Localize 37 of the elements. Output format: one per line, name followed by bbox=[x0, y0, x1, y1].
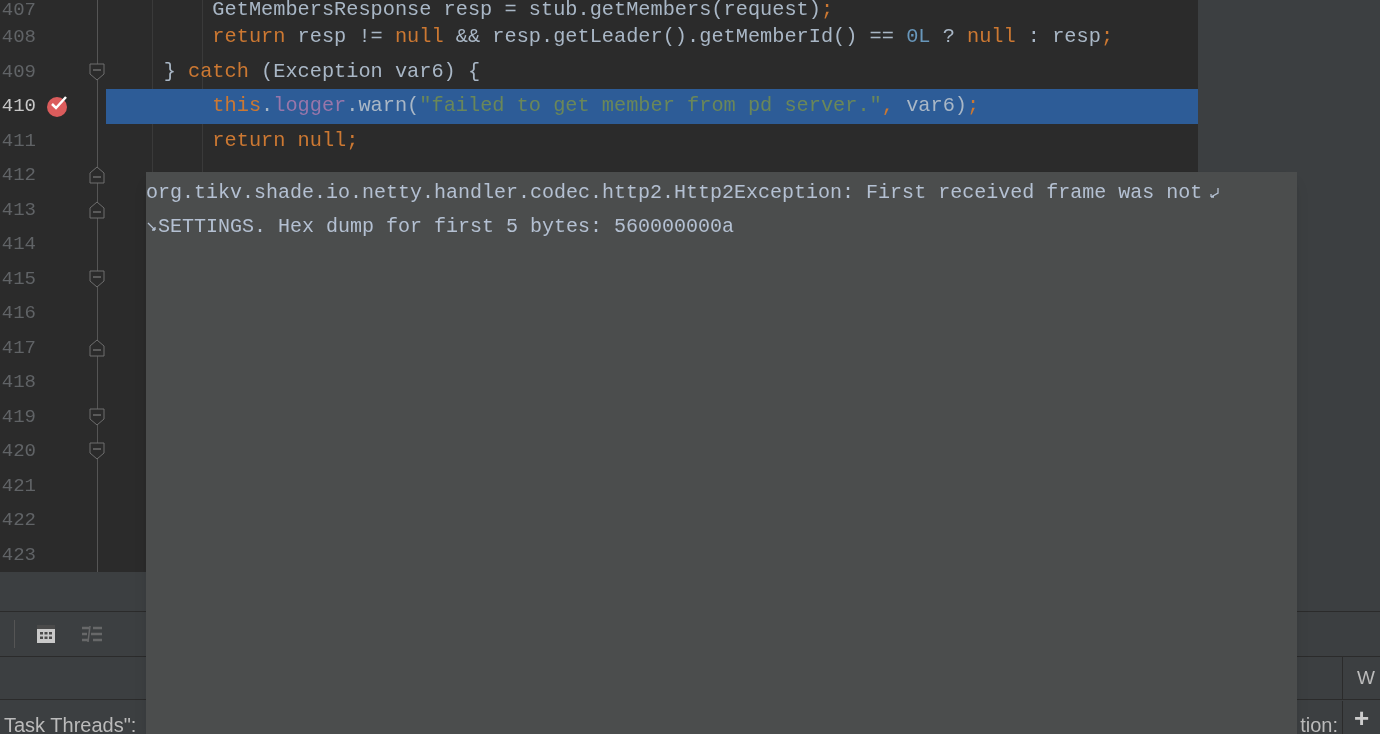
fold-icon[interactable] bbox=[89, 62, 105, 81]
line-number: 417 bbox=[0, 337, 36, 358]
fold-icon[interactable] bbox=[89, 200, 105, 219]
fold-icon[interactable] bbox=[89, 407, 105, 426]
code-line: return resp != null && resp.getLeader().getMemberId() == 0L ? null : resp; bbox=[211, 27, 1114, 48]
fold-icon[interactable] bbox=[89, 269, 105, 288]
line-number: 413 bbox=[0, 199, 36, 220]
line-number: 412 bbox=[0, 165, 36, 186]
line-number: 421 bbox=[0, 475, 36, 496]
code-line: } catch (Exception var6) { bbox=[162, 61, 481, 82]
line-number: 411 bbox=[0, 130, 36, 151]
fold-icon[interactable] bbox=[89, 166, 105, 185]
line-number: 409 bbox=[0, 61, 36, 82]
panel-label: tion: bbox=[1300, 713, 1338, 734]
line-number: 407 bbox=[0, 0, 36, 20]
fold-icon[interactable] bbox=[89, 338, 105, 357]
line-number: 414 bbox=[0, 234, 36, 255]
line-number: 415 bbox=[0, 268, 36, 289]
line-number: 416 bbox=[0, 303, 36, 324]
line-number: 423 bbox=[0, 544, 36, 565]
soft-wrap-icon bbox=[146, 221, 158, 233]
code-line: return null; bbox=[211, 130, 359, 151]
line-number: 418 bbox=[0, 372, 36, 393]
line-number: 420 bbox=[0, 441, 36, 462]
error-message: SETTINGS. Hex dump for first 5 bytes: 560000000a bbox=[158, 214, 735, 240]
error-message: org.tikv.shade.io.netty.handler.codec.http2.Http2Exception: First received frame was not bbox=[146, 180, 1203, 206]
line-number: 419 bbox=[0, 406, 36, 427]
code-line: GetMembersResponse resp = stub.getMembers(request); bbox=[211, 0, 834, 20]
line-number: 408 bbox=[0, 27, 36, 48]
line-number: 410 bbox=[0, 96, 36, 117]
panel-tab[interactable]: W bbox=[1357, 663, 1375, 693]
code-line: this.logger.warn("failed to get member from pd server.", var6); bbox=[211, 96, 980, 117]
fold-icon[interactable] bbox=[89, 442, 105, 461]
panel-label: Task Threads": bbox=[3, 713, 137, 734]
line-number: 422 bbox=[0, 510, 36, 531]
add-button[interactable]: + bbox=[1353, 704, 1370, 731]
soft-wrap-icon bbox=[1208, 187, 1221, 199]
